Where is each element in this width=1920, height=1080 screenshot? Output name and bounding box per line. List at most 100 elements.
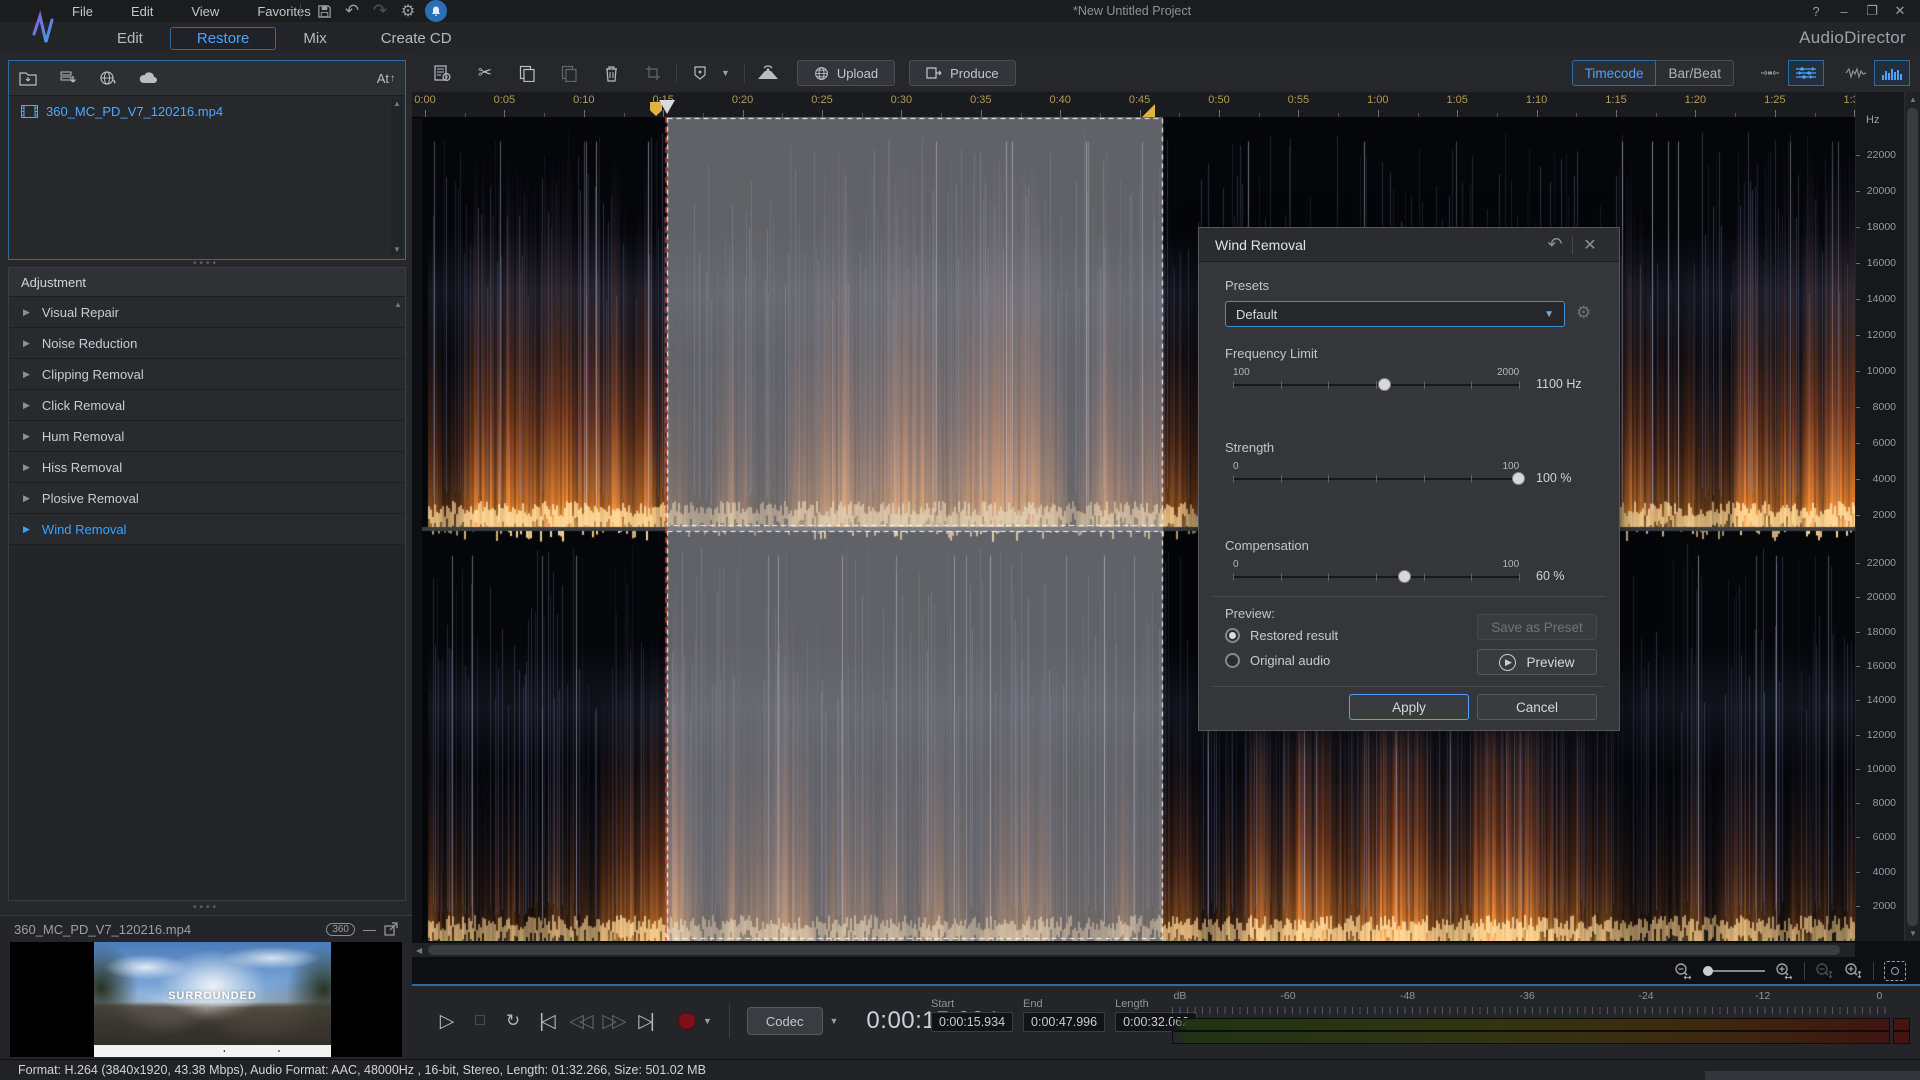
expand-arrow-icon[interactable]: ▶	[23, 338, 30, 349]
marker-dropdown-caret[interactable]: ▼	[721, 68, 730, 78]
record-button[interactable]	[678, 1012, 696, 1030]
slider-track-1[interactable]	[1233, 478, 1519, 480]
channel-sliders-icon[interactable]	[1788, 60, 1824, 86]
preview-button[interactable]: ▶ Preview	[1477, 649, 1597, 675]
slider-track-0[interactable]	[1233, 384, 1519, 386]
zoom-in-vertical-icon[interactable]	[1844, 962, 1863, 980]
delete-icon[interactable]	[596, 61, 626, 85]
redo-icon[interactable]: ↷	[369, 2, 391, 20]
panel-resize-handle-2[interactable]: ••••	[0, 902, 412, 913]
tab-restore[interactable]: Restore	[170, 27, 277, 50]
shrink-waveform-icon[interactable]	[1752, 60, 1788, 86]
cloud-download-icon[interactable]	[139, 71, 159, 85]
zoom-out-horizontal-icon[interactable]	[1674, 962, 1693, 980]
expand-arrow-icon[interactable]: ▶	[23, 524, 30, 535]
radio-circle-icon[interactable]	[1225, 628, 1240, 643]
download-web-icon[interactable]	[99, 70, 117, 86]
menu-edit[interactable]: Edit	[127, 4, 157, 19]
popout-icon[interactable]	[384, 922, 398, 936]
expand-arrow-icon[interactable]: ▶	[23, 462, 30, 473]
expand-arrow-icon[interactable]: ▶	[23, 493, 30, 504]
slider-thumb[interactable]	[1378, 378, 1391, 391]
stop-button[interactable]: □	[467, 1012, 493, 1030]
adjustment-item-hum-removal[interactable]: ▶Hum Removal	[9, 421, 405, 452]
adjustment-item-visual-repair[interactable]: ▶Visual Repair	[9, 297, 405, 328]
adjustment-clip-icon[interactable]	[428, 61, 458, 85]
settings-gear-icon[interactable]: ⚙	[397, 2, 419, 20]
dialog-reset-icon[interactable]: ↶	[1542, 234, 1568, 255]
spectrogram-canvas[interactable]	[422, 117, 1855, 941]
expand-arrow-icon[interactable]: ▶	[23, 369, 30, 380]
timecode-toggle[interactable]: Timecode	[1572, 60, 1657, 86]
playhead-marker[interactable]	[659, 100, 675, 114]
radio-circle-icon[interactable]	[1225, 653, 1240, 668]
zoom-fit-icon[interactable]	[1884, 961, 1906, 981]
minimize-button[interactable]: –	[1830, 4, 1858, 19]
go-to-end-button[interactable]: ▷|	[632, 1010, 658, 1033]
paste-icon[interactable]	[554, 61, 584, 85]
slider-thumb[interactable]	[1512, 472, 1525, 485]
tab-mix[interactable]: Mix	[276, 27, 353, 50]
fast-forward-button[interactable]: ▷▷	[599, 1010, 625, 1033]
save-icon[interactable]	[313, 2, 335, 20]
cancel-button[interactable]: Cancel	[1477, 694, 1597, 720]
zoom-slider[interactable]	[1703, 970, 1765, 972]
preset-dropdown[interactable]: Default ▼	[1225, 301, 1565, 327]
menu-file[interactable]: File	[68, 4, 97, 19]
notification-bell-icon[interactable]	[425, 0, 447, 22]
collapse-icon[interactable]: —	[363, 922, 376, 937]
zoom-in-horizontal-icon[interactable]	[1775, 962, 1794, 980]
radio-restored-result[interactable]: Restored result	[1225, 628, 1338, 643]
close-button[interactable]: ✕	[1886, 3, 1914, 19]
sort-by-name-button[interactable]: At↑	[377, 71, 395, 86]
play-button[interactable]: ▷	[434, 1010, 460, 1033]
adjustment-item-hiss-removal[interactable]: ▶Hiss Removal	[9, 452, 405, 483]
mode-360-badge[interactable]: 360	[326, 923, 355, 936]
upload-button[interactable]: Upload	[797, 60, 895, 86]
horizontal-scrollbar[interactable]: ◀	[412, 943, 1855, 957]
import-file-icon[interactable]	[59, 70, 77, 86]
apply-button[interactable]: Apply	[1349, 694, 1469, 720]
save-as-preset-button[interactable]: Save as Preset	[1477, 614, 1597, 640]
undo-icon[interactable]: ↶	[341, 2, 363, 20]
expand-arrow-icon[interactable]: ▶	[23, 400, 30, 411]
dialog-close-icon[interactable]: ✕	[1577, 235, 1603, 255]
waveform-view-icon[interactable]	[1838, 60, 1874, 86]
adjustment-item-click-removal[interactable]: ▶Click Removal	[9, 390, 405, 421]
ambisonic-icon[interactable]	[753, 61, 783, 85]
clip-indicator-left[interactable]	[1893, 1018, 1910, 1031]
rewind-button[interactable]: ◁◁	[566, 1010, 592, 1033]
produce-button[interactable]: Produce	[909, 60, 1015, 86]
adjustment-scroll-up-icon[interactable]: ▲	[394, 300, 402, 309]
slider-thumb[interactable]	[1398, 570, 1411, 583]
video-preview-frame[interactable]: SURROUNDED	[10, 942, 402, 1057]
zoom-out-vertical-icon[interactable]	[1815, 962, 1834, 980]
import-media-icon[interactable]	[19, 70, 37, 86]
tab-edit[interactable]: Edit	[90, 27, 170, 50]
codec-dropdown-caret[interactable]: ▼	[830, 1016, 839, 1026]
loop-button[interactable]: ↻	[500, 1011, 526, 1031]
expand-arrow-icon[interactable]: ▶	[23, 431, 30, 442]
trim-icon[interactable]	[638, 61, 668, 85]
slider-track-2[interactable]	[1233, 576, 1519, 578]
marker-icon[interactable]	[685, 61, 715, 85]
timeline-ruler[interactable]: 0:000:050:100:150:200:250:300:350:400:45…	[412, 92, 1855, 118]
media-file-item[interactable]: 360_MC_PD_V7_120216.mp4	[9, 96, 405, 127]
maximize-button[interactable]: ❐	[1858, 3, 1886, 19]
preset-gear-icon[interactable]: ⚙	[1576, 303, 1591, 323]
adjustment-item-wind-removal[interactable]: ▶Wind Removal	[9, 514, 405, 545]
cut-icon[interactable]: ✂	[470, 61, 500, 85]
help-button[interactable]: ?	[1802, 4, 1830, 19]
expand-arrow-icon[interactable]: ▶	[23, 307, 30, 318]
radio-original-audio[interactable]: Original audio	[1225, 653, 1330, 668]
library-scrollbar[interactable]: ▲ ▼	[391, 99, 403, 255]
vertical-scrollbar[interactable]: ▲ ▼	[1904, 92, 1920, 941]
adjustment-item-plosive-removal[interactable]: ▶Plosive Removal	[9, 483, 405, 514]
spectral-view-icon[interactable]	[1874, 60, 1910, 86]
go-to-start-button[interactable]: |◁	[533, 1010, 559, 1033]
adjustment-item-noise-reduction[interactable]: ▶Noise Reduction	[9, 328, 405, 359]
tab-create-cd[interactable]: Create CD	[354, 27, 479, 50]
copy-icon[interactable]	[512, 61, 542, 85]
barbeat-toggle[interactable]: Bar/Beat	[1656, 60, 1734, 86]
clip-indicator-right[interactable]	[1893, 1031, 1910, 1044]
